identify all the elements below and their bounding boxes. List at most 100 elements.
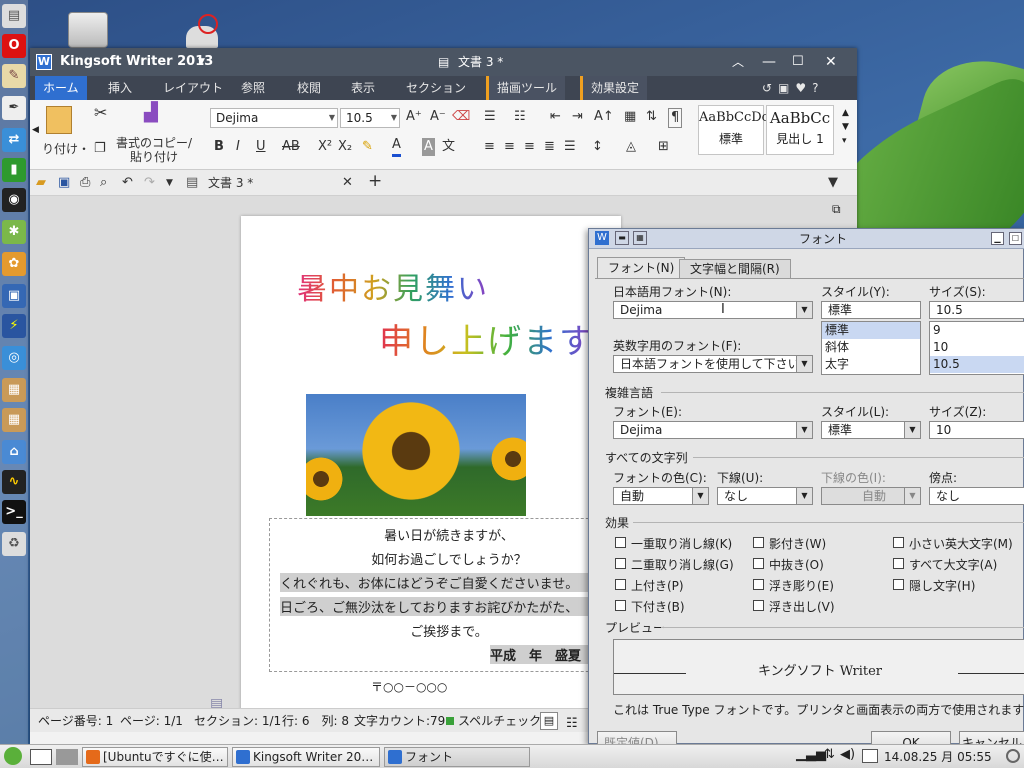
status-spellcheck[interactable]: スペルチェック: [458, 709, 541, 733]
pen-icon[interactable]: ✒: [2, 96, 26, 120]
sunflower-image[interactable]: [306, 394, 526, 516]
power-icon[interactable]: [1006, 749, 1020, 763]
jp-font-combo[interactable]: Dejima ▼: [613, 301, 813, 319]
checkbox-shadow[interactable]: [753, 537, 764, 548]
undo-icon[interactable]: ↶: [122, 174, 133, 192]
document-page[interactable]: 暑中お見舞い 申し上げます 暑い日が続きますが、 如何お過ごしでしょうか？ くれ…: [241, 216, 629, 708]
align-center-icon[interactable]: ≡: [504, 138, 515, 156]
task-firefox[interactable]: [Ubuntuですぐに使…: [82, 747, 228, 767]
style-input[interactable]: 標準: [821, 301, 921, 319]
bold-icon[interactable]: B: [214, 138, 224, 156]
dialog-minimize-button[interactable]: ▁: [991, 232, 1004, 245]
effect-label[interactable]: 浮き彫り(E): [769, 577, 834, 594]
style-option[interactable]: 太字: [822, 356, 920, 373]
checkbox-strike[interactable]: [615, 537, 626, 548]
c-style-combo[interactable]: 標準 ▼: [821, 421, 921, 439]
save-icon[interactable]: ▣: [58, 174, 70, 192]
trash-icon[interactable]: ♻: [2, 532, 26, 556]
style-option[interactable]: 標準: [822, 322, 920, 339]
view-web-icon[interactable]: ☷: [566, 712, 578, 736]
package-update-icon[interactable]: ▦: [2, 408, 26, 432]
tab-menu-icon[interactable]: ▼: [828, 174, 838, 192]
doc-layout-icon[interactable]: ▤: [210, 696, 223, 708]
increase-indent-icon[interactable]: ⇥: [572, 108, 583, 126]
close-button[interactable]: ✕: [825, 48, 837, 76]
ribbon-scroll-left-icon[interactable]: ◀: [32, 125, 39, 135]
size-input[interactable]: 10.5: [929, 301, 1024, 319]
tab-spacing[interactable]: 文字幅と間隔(R): [679, 259, 791, 279]
task-font-dialog[interactable]: フォント: [384, 747, 530, 767]
app-menu-dropdown-icon[interactable]: ▼: [198, 48, 205, 76]
text-direction-icon[interactable]: A↑: [594, 108, 614, 126]
paste-icon[interactable]: [46, 106, 72, 134]
right-scroll-icon[interactable]: ⧉: [832, 202, 841, 217]
size-option[interactable]: 10: [930, 339, 1024, 356]
effect-label[interactable]: 中抜き(O): [769, 556, 824, 573]
bullets-icon[interactable]: ☰: [484, 108, 496, 126]
files-icon[interactable]: ▤: [2, 4, 26, 28]
customize-qat-icon[interactable]: ▼: [166, 174, 173, 192]
shrink-font-icon[interactable]: A⁻: [430, 108, 446, 126]
dialog-maximize-button[interactable]: ☐: [1009, 232, 1022, 245]
desktop-drive-icon[interactable]: [68, 12, 108, 48]
start-menu-icon[interactable]: [4, 747, 22, 765]
dialog-pin-icon[interactable]: ▦: [633, 231, 647, 245]
view-page-icon[interactable]: ▤: [540, 712, 558, 730]
network-tray-icon[interactable]: ⇅: [824, 747, 835, 762]
sort-icon[interactable]: ⇅: [646, 108, 657, 126]
wordart-heading1[interactable]: 暑中お見舞い: [297, 264, 489, 308]
c-size-combo[interactable]: 10: [929, 421, 1024, 439]
clear-format-icon[interactable]: ⌫: [452, 108, 470, 126]
subscript-icon[interactable]: X₂: [338, 138, 352, 156]
size-option[interactable]: 10.5: [930, 356, 1024, 373]
strikethrough-icon[interactable]: AB: [282, 138, 300, 156]
decrease-indent-icon[interactable]: ⇤: [550, 108, 561, 126]
font-color-icon[interactable]: A: [392, 136, 401, 157]
greeting-text-box[interactable]: 暑い日が続きますが、 如何お過ごしでしょうか？ くれぐれも、お体にはどうぞご自愛…: [269, 518, 629, 672]
style-normal[interactable]: AaBbCcDc 標準: [698, 105, 769, 155]
char-shading-icon[interactable]: A: [422, 138, 435, 156]
underline-icon[interactable]: U: [256, 138, 266, 156]
lightning-icon[interactable]: ⚡: [2, 314, 26, 338]
app-title[interactable]: Kingsoft Writer 2013: [60, 48, 213, 76]
monitor-icon[interactable]: ∿: [2, 470, 26, 494]
address-line[interactable]: 〒○○－○○○: [371, 678, 447, 695]
grow-font-icon[interactable]: A⁺: [406, 108, 422, 126]
notes-icon[interactable]: ✎: [2, 64, 26, 88]
network-icon[interactable]: ⇄: [2, 128, 26, 152]
line-spacing-icon[interactable]: ↕: [592, 138, 603, 156]
workspace-icon[interactable]: [56, 749, 78, 765]
align-right-icon[interactable]: ≡: [524, 138, 535, 156]
opera-icon[interactable]: O: [2, 34, 26, 58]
tab-references[interactable]: 参照: [233, 76, 273, 100]
checkbox-all-caps[interactable]: [893, 558, 904, 569]
bug-icon[interactable]: ✱: [2, 220, 26, 244]
checkbox-emboss[interactable]: [753, 579, 764, 590]
wordart-heading2[interactable]: 申し上げます: [379, 314, 595, 363]
copy-icon[interactable]: ❐: [94, 140, 106, 158]
dialog-menu-icon[interactable]: ▬: [615, 231, 629, 245]
checkbox-hidden[interactable]: [893, 579, 904, 590]
paint-icon[interactable]: ✿: [2, 252, 26, 276]
tab-insert[interactable]: 挿入: [100, 76, 140, 100]
c-font-combo[interactable]: Dejima ▼: [613, 421, 813, 439]
collapse-ribbon-icon[interactable]: ︿: [732, 48, 744, 76]
checkbox-subscript[interactable]: [615, 600, 626, 611]
effect-label[interactable]: すべて大文字(A): [909, 556, 997, 573]
show-desktop-icon[interactable]: [30, 749, 52, 765]
calendar-icon[interactable]: [862, 749, 878, 763]
screenshot-icon[interactable]: ▣: [2, 284, 26, 308]
tab-view[interactable]: 表示: [343, 76, 383, 100]
tab-drawing-tools[interactable]: 描画ツール: [486, 76, 566, 100]
size-option[interactable]: 9: [930, 322, 1024, 339]
wireless-icon[interactable]: ◎: [2, 346, 26, 370]
cart-icon[interactable]: ⌂: [2, 440, 26, 464]
minimize-button[interactable]: —: [762, 48, 776, 76]
effect-label[interactable]: 下付き(B): [631, 598, 685, 615]
cut-icon[interactable]: ✂: [94, 104, 107, 122]
font-color-combo[interactable]: 自動 ▼: [613, 487, 709, 505]
clock[interactable]: 14.08.25 月 05:55: [884, 745, 992, 768]
green-app-icon[interactable]: ▮: [2, 158, 26, 182]
maximize-button[interactable]: ☐: [792, 48, 804, 76]
task-writer[interactable]: Kingsoft Writer 20…: [232, 747, 380, 767]
